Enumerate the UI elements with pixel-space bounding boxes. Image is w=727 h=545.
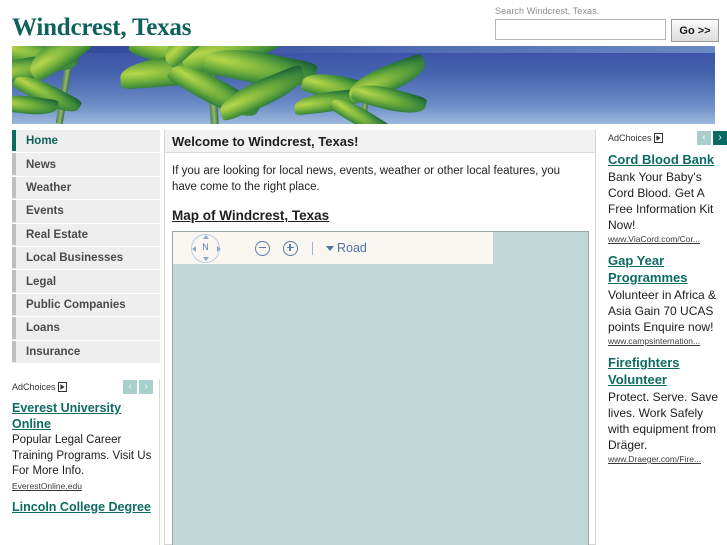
right-ad-arrows: ‹ › [697, 131, 727, 145]
sidebar-item-label: Home [26, 135, 58, 148]
page-content: Home News Weather Events Real Estate Loc… [0, 130, 727, 545]
sidebar-item-legal[interactable]: Legal [12, 270, 160, 294]
search-input[interactable] [495, 19, 666, 40]
search-label: Search Windcrest, Texas. [495, 6, 600, 16]
sidebar-item-label: Weather [26, 181, 72, 194]
ad-next-button[interactable]: › [139, 380, 153, 394]
sidebar-item-label: Events [26, 205, 64, 218]
sidebar-item-news[interactable]: News [12, 153, 160, 177]
main-panel: Welcome to Windcrest, Texas! If you are … [164, 130, 596, 545]
ad-item: Lincoln College Degree [12, 499, 153, 515]
ad-body-text: Popular Legal Career Training Programs. … [12, 434, 152, 477]
ad-next-button[interactable]: › [713, 131, 727, 145]
ad-title-link[interactable]: Lincoln College Degree [12, 499, 153, 515]
palm-tree-right [293, 52, 440, 124]
map-section-heading: Map of Windcrest, Texas [172, 208, 330, 223]
map-style-dropdown[interactable]: Road [326, 241, 367, 255]
sidebar-item-label: News [26, 158, 57, 171]
ad-title-link[interactable]: Firefighters Volunteer [608, 354, 727, 388]
sidebar-item-public-companies[interactable]: Public Companies [12, 293, 160, 318]
ad-title-link[interactable]: Gap Year Programmes [608, 252, 727, 286]
chevron-down-icon [326, 245, 334, 251]
sidebar-item-local-businesses[interactable]: Local Businesses [12, 246, 160, 271]
header-banner-image [12, 46, 715, 124]
ad-url-link[interactable]: www.campsinternation... [608, 336, 727, 346]
sidebar-item-label: Legal [26, 275, 57, 288]
ad-body-text: Volunteer in Africa & Asia Gain 70 UCAS … [608, 288, 717, 334]
sidebar-item-loans[interactable]: Loans [12, 317, 160, 341]
right-ad-panel: AdChoices ‹ › Cord Blood Bank Bank Your … [608, 130, 727, 545]
ad-url-link[interactable]: www.Draeger.com/Fire... [608, 454, 727, 464]
site-title: Windcrest, Texas [12, 14, 192, 41]
adchoices-label-left[interactable]: AdChoices [12, 382, 67, 392]
left-ad-header: AdChoices ‹ › [12, 379, 153, 395]
ad-url-link[interactable]: EverestOnline.edu [12, 481, 153, 491]
sidebar-item-label: Local Businesses [26, 252, 124, 265]
ad-body-text: Protect. Serve. Save lives. Work Safely … [608, 390, 719, 452]
search-area: Search Windcrest, Texas. Go >> [495, 6, 719, 42]
pan-down-icon[interactable] [203, 257, 209, 261]
sidebar-item-real-estate[interactable]: Real Estate [12, 223, 160, 247]
left-ad-arrows: ‹ › [123, 380, 153, 394]
sidebar-item-weather[interactable]: Weather [12, 176, 160, 201]
adchoices-label-right[interactable]: AdChoices [608, 133, 663, 143]
ad-url-link[interactable]: www.ViaCord.com/Cor... [608, 234, 727, 244]
sidebar-item-events[interactable]: Events [12, 200, 160, 224]
sidebar-nav: Home News Weather Events Real Estate Loc… [12, 130, 160, 364]
main-intro-text: If you are looking for local news, event… [172, 165, 561, 193]
search-go-button[interactable]: Go >> [671, 19, 719, 42]
right-ad-header: AdChoices ‹ › [608, 130, 727, 146]
sidebar-item-label: Public Companies [26, 298, 126, 311]
ad-item: Cord Blood Bank Bank Your Baby's Cord Bl… [608, 151, 727, 244]
pan-up-icon[interactable] [203, 235, 209, 239]
sidebar-item-home[interactable]: Home [12, 130, 160, 154]
page-root: Windcrest, Texas Search Windcrest, Texas… [0, 0, 727, 545]
main-heading: Welcome to Windcrest, Texas! [165, 130, 595, 153]
compass-north-label: N [202, 242, 209, 252]
sidebar-item-insurance[interactable]: Insurance [12, 340, 160, 364]
sidebar-item-label: Loans [26, 322, 60, 335]
compass-control[interactable]: N [189, 233, 223, 263]
ad-item: Everest University Online Popular Legal … [12, 400, 153, 491]
ad-prev-button[interactable]: ‹ [697, 131, 711, 145]
sidebar-item-label: Real Estate [26, 228, 89, 241]
sidebar-item-label: Insurance [26, 345, 81, 358]
adchoices-icon [57, 382, 67, 392]
map-toolbar: N Road [173, 232, 493, 264]
ad-item: Gap Year Programmes Volunteer in Africa … [608, 252, 727, 346]
ad-prev-button[interactable]: ‹ [123, 380, 137, 394]
ad-item: Firefighters Volunteer Protect. Serve. S… [608, 354, 727, 464]
left-ad-panel: AdChoices ‹ › Everest University Online … [12, 379, 160, 545]
ad-body-text: Bank Your Baby's Cord Blood. Get A Free … [608, 170, 714, 232]
zoom-out-icon[interactable] [255, 240, 270, 256]
toolbar-divider [312, 241, 313, 255]
map-canvas[interactable]: N Road [172, 231, 589, 545]
ad-title-link[interactable]: Everest University Online [12, 400, 153, 432]
adchoices-icon [653, 133, 663, 143]
map-style-label: Road [337, 241, 367, 255]
zoom-in-icon[interactable] [283, 240, 298, 256]
ad-title-link[interactable]: Cord Blood Bank [608, 151, 727, 168]
site-header: Windcrest, Texas Search Windcrest, Texas… [0, 0, 727, 44]
